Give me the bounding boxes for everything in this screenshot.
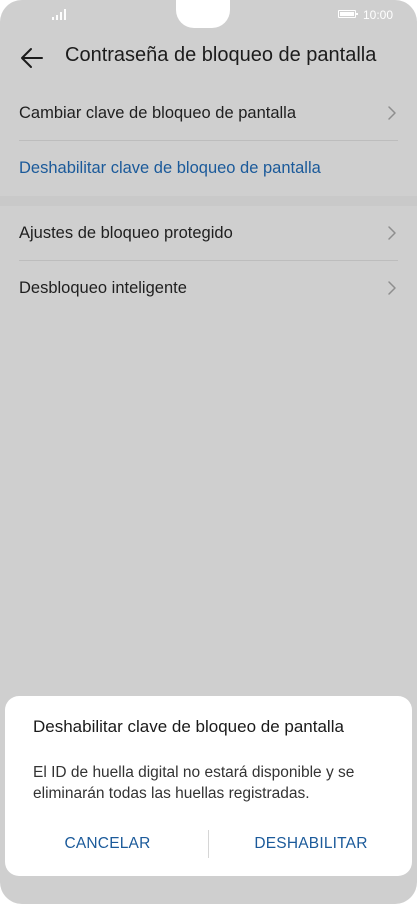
settings-group-lock: Ajustes de bloqueo protegido Desbloqueo … <box>0 206 417 316</box>
dialog-title: Deshabilitar clave de bloqueo de pantall… <box>33 717 344 736</box>
arrow-left-icon[interactable] <box>18 44 46 72</box>
list-item-label: Desbloqueo inteligente <box>19 279 187 297</box>
list-item-smart-unlock[interactable]: Desbloqueo inteligente <box>0 261 417 316</box>
chevron-right-icon <box>388 106 396 120</box>
phone-screen: 10:00 Contraseña de bloqueo de pantalla … <box>0 0 417 904</box>
list-item-secure-lock-settings[interactable]: Ajustes de bloqueo protegido <box>0 206 417 261</box>
status-time: 10:00 <box>363 8 394 22</box>
list-item-label: Ajustes de bloqueo protegido <box>19 224 233 242</box>
divider <box>208 830 209 858</box>
list-item-label: Cambiar clave de bloqueo de pantalla <box>19 104 297 122</box>
battery-icon <box>338 10 358 18</box>
chevron-right-icon <box>388 281 396 295</box>
app-header: Contraseña de bloqueo de pantalla <box>0 30 417 84</box>
signal-bars-icon <box>52 8 68 20</box>
chevron-right-icon <box>388 226 396 240</box>
page-title: Contraseña de bloqueo de pantalla <box>65 44 377 66</box>
settings-group-password: Cambiar clave de bloqueo de pantalla Des… <box>0 86 417 196</box>
cancel-button[interactable]: CANCELAR <box>5 829 210 859</box>
list-item-disable-lock-password[interactable]: Deshabilitar clave de bloqueo de pantall… <box>0 141 417 196</box>
confirm-dialog: Deshabilitar clave de bloqueo de pantall… <box>5 696 412 876</box>
disable-button[interactable]: DESHABILITAR <box>210 829 412 859</box>
status-bar: 10:00 <box>0 0 417 30</box>
section-divider <box>0 196 417 206</box>
dialog-actions: CANCELAR DESHABILITAR <box>5 829 412 859</box>
dialog-message: El ID de huella digital no estará dispon… <box>33 764 355 802</box>
list-item-change-lock-password[interactable]: Cambiar clave de bloqueo de pantalla <box>0 86 417 141</box>
list-item-label: Deshabilitar clave de bloqueo de pantall… <box>19 159 321 177</box>
